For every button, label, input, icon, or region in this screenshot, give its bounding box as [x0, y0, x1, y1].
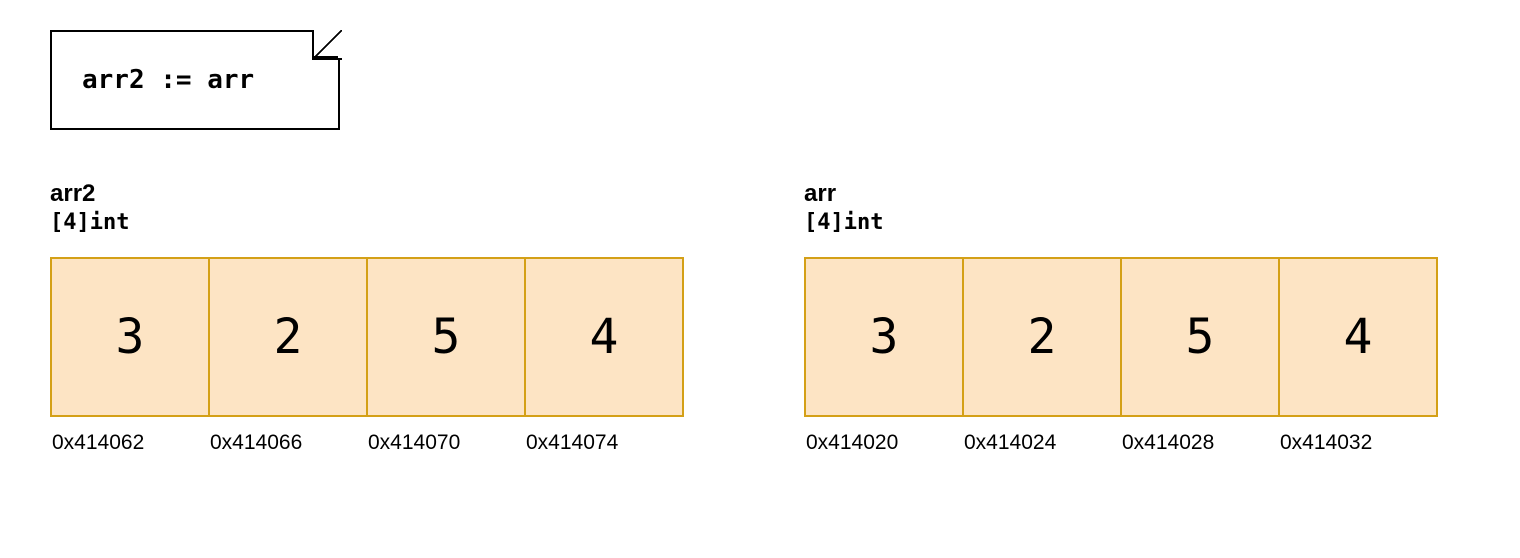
array-cell: 3: [50, 257, 210, 417]
array-cell: 5: [366, 257, 526, 417]
array-name: arr: [804, 180, 1438, 208]
array-address: 0x414032: [1278, 431, 1438, 455]
array-address: 0x414020: [804, 431, 964, 455]
array-type: [4]int: [50, 210, 684, 235]
array-cell: 2: [208, 257, 368, 417]
array-address: 0x414074: [524, 431, 684, 455]
array-addresses: 0x414020 0x414024 0x414028 0x414032: [804, 431, 1438, 455]
note-fold-icon: [312, 30, 340, 58]
array-block-arr2: arr2 [4]int 3 2 5 4 0x414062 0x414066 0x…: [50, 180, 684, 455]
array-block-arr: arr [4]int 3 2 5 4 0x414020 0x414024 0x4…: [804, 180, 1438, 455]
array-type: [4]int: [804, 210, 1438, 235]
note-code-text: arr2 := arr: [82, 65, 254, 95]
array-cells: 3 2 5 4: [50, 257, 684, 417]
array-cell: 5: [1120, 257, 1280, 417]
array-name: arr2: [50, 180, 684, 208]
array-cell: 3: [804, 257, 964, 417]
array-addresses: 0x414062 0x414066 0x414070 0x414074: [50, 431, 684, 455]
array-cell: 4: [524, 257, 684, 417]
array-address: 0x414062: [50, 431, 210, 455]
array-address: 0x414070: [366, 431, 526, 455]
array-address: 0x414024: [962, 431, 1122, 455]
code-note: arr2 := arr: [50, 30, 340, 130]
array-cell: 4: [1278, 257, 1438, 417]
arrays-row: arr2 [4]int 3 2 5 4 0x414062 0x414066 0x…: [50, 180, 1470, 455]
array-address: 0x414028: [1120, 431, 1280, 455]
array-address: 0x414066: [208, 431, 368, 455]
array-cell: 2: [962, 257, 1122, 417]
array-cells: 3 2 5 4: [804, 257, 1438, 417]
